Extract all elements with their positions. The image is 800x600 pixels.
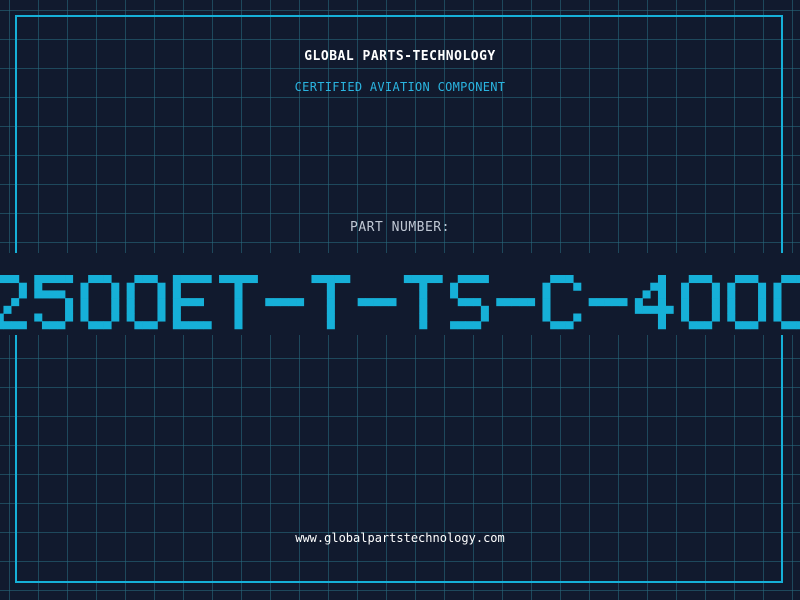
part-number-char xyxy=(681,275,720,330)
part-number-label: PART NUMBER: xyxy=(350,220,450,235)
part-number-char xyxy=(126,275,166,330)
part-number-char xyxy=(588,298,628,307)
website-url[interactable]: www.globalpartstechnology.com xyxy=(0,531,800,545)
part-number-char xyxy=(727,275,767,330)
part-number-char xyxy=(265,298,305,307)
company-name: GLOBAL PARTS-TECHNOLOGY xyxy=(304,49,496,64)
certification-subtitle: CERTIFIED AVIATION COMPONENT xyxy=(294,80,506,94)
part-number-char xyxy=(34,275,74,330)
part-number-char xyxy=(219,275,258,330)
part-number-char xyxy=(172,275,212,330)
part-number-char xyxy=(634,275,674,330)
part-number-char xyxy=(357,298,397,307)
part-number-char xyxy=(450,275,489,330)
part-number-char xyxy=(496,298,536,307)
part-number-char xyxy=(403,275,443,330)
certificate-card: GLOBAL PARTS-TECHNOLOGY CERTIFIED AVIATI… xyxy=(0,0,800,600)
part-number-char xyxy=(773,275,800,330)
part-number-char xyxy=(0,275,27,330)
part-number-display: 2500ET-T-TS-C-4000 xyxy=(0,275,800,330)
part-number-char xyxy=(542,275,582,330)
part-number-glyphs: 2500ET-T-TS-C-4000 xyxy=(0,275,800,330)
part-number-char xyxy=(80,275,120,330)
part-number-char xyxy=(311,275,351,330)
